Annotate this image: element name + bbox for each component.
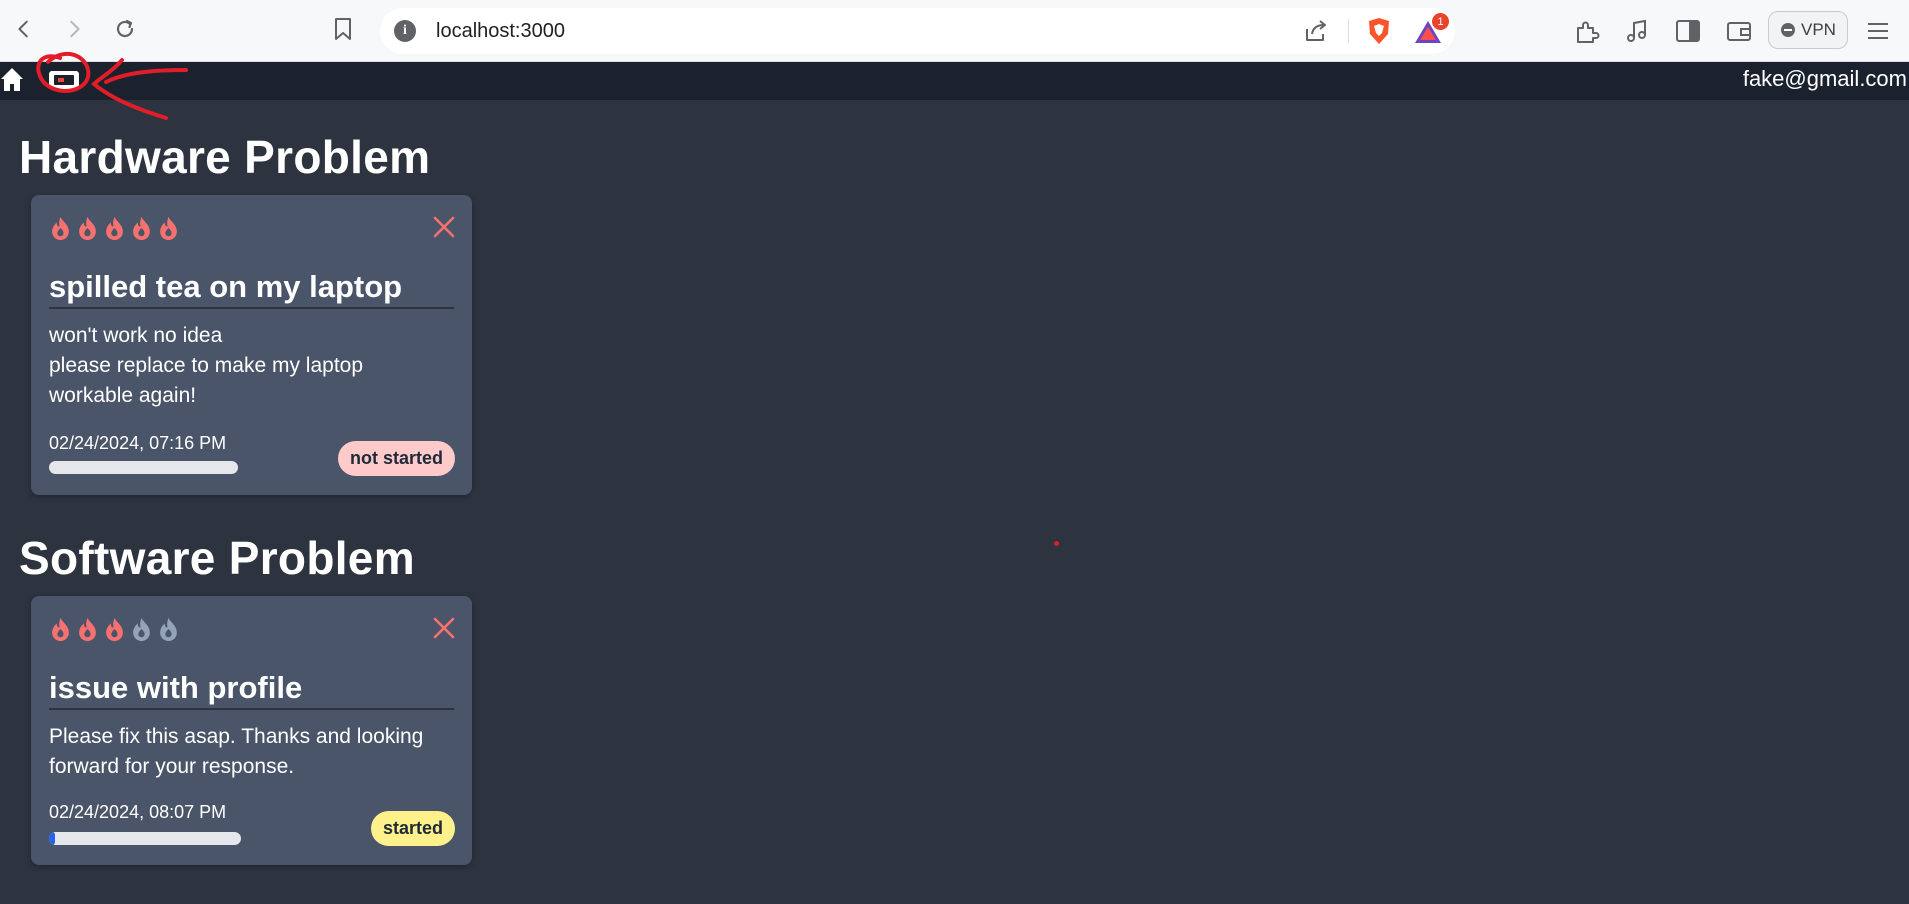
url-divider — [1348, 19, 1349, 43]
close-icon[interactable] — [432, 215, 456, 239]
flame-icon-active — [106, 216, 123, 241]
url-text[interactable]: localhost:3000 — [436, 20, 565, 43]
description-line: workable again! — [49, 384, 197, 407]
flame-icon-inactive — [160, 617, 177, 642]
share-icon[interactable] — [1303, 19, 1329, 43]
ticket-card[interactable]: spilled tea on my laptop won't work no i… — [31, 195, 472, 495]
priority-flames — [49, 215, 180, 241]
section-title-hardware: Hardware Problem — [19, 131, 431, 183]
bookmark-icon — [335, 18, 351, 40]
forward-button[interactable] — [59, 14, 89, 44]
browser-toolbar: i localhost:3000 1 VPN — [0, 0, 1909, 62]
flame-icon-active — [106, 617, 123, 642]
priority-flames — [49, 616, 180, 642]
flame-icon-active — [160, 216, 177, 241]
app-navbar: fake@gmail.com — [0, 62, 1909, 100]
flame-icon-active — [133, 216, 150, 241]
ticket-date: 02/24/2024, 07:16 PM — [49, 433, 227, 453]
ticket-date: 02/24/2024, 08:07 PM — [49, 802, 227, 822]
user-email[interactable]: fake@gmail.com — [1743, 66, 1907, 92]
wallet-icon[interactable] — [1726, 19, 1752, 43]
rewards-badge: 1 — [1432, 13, 1449, 30]
address-bar[interactable]: i localhost:3000 — [380, 8, 1455, 54]
reload-button[interactable] — [110, 14, 140, 44]
brave-shield-icon[interactable] — [1365, 16, 1393, 46]
ticket-description: won't work no idea please replace to mak… — [49, 321, 459, 411]
reload-icon — [116, 19, 134, 38]
annotation-scribble — [36, 51, 188, 120]
ticket-title: issue with profile — [49, 670, 454, 710]
vpn-button[interactable]: VPN — [1768, 11, 1848, 49]
ticket-description: Please fix this asap. Thanks and looking… — [49, 722, 459, 782]
vpn-label: VPN — [1801, 20, 1836, 39]
bookmark-button[interactable] — [328, 14, 358, 44]
close-icon[interactable] — [432, 616, 456, 640]
flame-icon-inactive — [133, 617, 150, 642]
menu-icon[interactable] — [1866, 21, 1890, 41]
site-info-icon[interactable]: i — [394, 20, 416, 42]
status-badge[interactable]: not started — [337, 441, 455, 476]
progress-fill — [49, 832, 55, 845]
description-line: please replace to make my laptop — [49, 354, 364, 377]
ticket-progress-bar — [49, 832, 241, 845]
back-arrow-icon — [18, 20, 28, 38]
flame-icon-active — [79, 617, 96, 642]
home-icon[interactable] — [0, 66, 24, 92]
flame-icon-active — [52, 617, 69, 642]
description-line: won't work no idea — [49, 324, 223, 347]
ticket-card[interactable]: issue with profile Please fix this asap.… — [31, 596, 472, 865]
extensions-icon[interactable] — [1574, 19, 1600, 45]
back-button[interactable] — [9, 14, 39, 44]
music-icon[interactable] — [1624, 18, 1650, 44]
ticket-title: spilled tea on my laptop — [49, 269, 454, 309]
description-line: Please fix this asap. Thanks and looking — [49, 725, 424, 748]
status-badge[interactable]: started — [370, 811, 455, 846]
cursor-dot — [1054, 541, 1059, 546]
ticket-progress-bar — [49, 461, 238, 474]
vpn-status-icon — [1781, 23, 1795, 37]
sidebar-toggle-icon[interactable] — [1675, 19, 1701, 43]
flame-icon-active — [52, 216, 69, 241]
description-line: forward for your response. — [49, 755, 295, 778]
forward-arrow-icon — [70, 20, 80, 38]
section-title-software: Software Problem — [19, 532, 415, 584]
flame-icon-active — [79, 216, 96, 241]
